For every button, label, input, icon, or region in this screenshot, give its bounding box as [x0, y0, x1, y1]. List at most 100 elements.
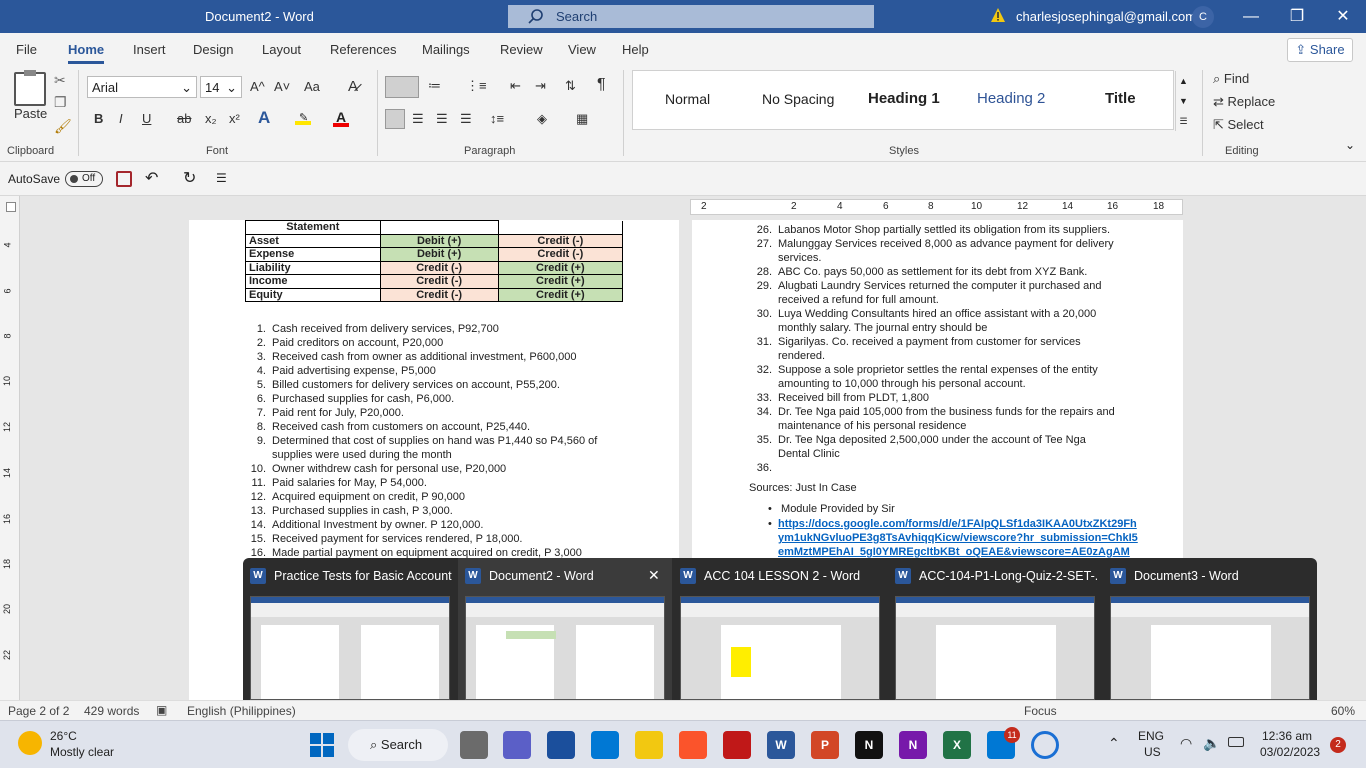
increase-indent-icon[interactable]: ⇥ — [535, 78, 546, 94]
text-effects-icon[interactable]: A — [258, 108, 270, 128]
focus-button[interactable]: Focus — [1024, 704, 1057, 718]
powerpoint-icon[interactable]: P — [811, 731, 839, 759]
language-code[interactable]: ENG — [1138, 729, 1164, 743]
excel-icon[interactable]: X — [943, 731, 971, 759]
avatar[interactable]: C — [1192, 6, 1214, 28]
superscript-button[interactable]: x² — [229, 111, 240, 126]
proofing-icon[interactable]: ▣ — [156, 703, 167, 717]
decrease-indent-icon[interactable]: ⇤ — [510, 78, 521, 94]
change-case-button[interactable]: Aa — [304, 79, 320, 94]
app-icon[interactable] — [547, 731, 575, 759]
autosave-toggle[interactable]: Off — [65, 171, 103, 187]
region-code[interactable]: US — [1144, 745, 1161, 759]
borders-icon[interactable]: ▦ — [576, 111, 588, 127]
align-right-icon[interactable]: ☰ — [436, 111, 448, 127]
file-explorer-icon[interactable] — [635, 731, 663, 759]
justify-icon[interactable]: ☰ — [460, 111, 472, 127]
font-family-select[interactable]: Arial ⌄ — [87, 76, 197, 98]
style-normal[interactable]: Normal — [665, 91, 710, 107]
source-link[interactable]: emMztMPEhAI_5gI0YMREgcItbKBt_oQEAE&views… — [778, 546, 1130, 558]
horizontal-ruler[interactable]: 2 2 4 6 8 10 12 14 16 18 — [690, 199, 1183, 215]
store-icon[interactable] — [591, 731, 619, 759]
align-center-icon[interactable]: ☰ — [412, 111, 424, 127]
onenote-icon[interactable]: N — [899, 731, 927, 759]
save-icon[interactable] — [116, 171, 132, 187]
tab-selector-icon[interactable] — [6, 202, 16, 212]
word-count[interactable]: 429 words — [84, 704, 139, 718]
replace-button[interactable]: ⇄ Replace — [1213, 94, 1275, 110]
select-button[interactable]: ⇱ Select — [1213, 117, 1264, 133]
underline-button[interactable]: U — [142, 111, 151, 126]
grow-font-button[interactable]: A^ — [250, 79, 265, 94]
paragraph-mark-icon[interactable]: ¶ — [597, 76, 606, 94]
style-heading-2[interactable]: Heading 2 — [977, 90, 1045, 107]
undo-icon[interactable]: ↶ — [145, 168, 158, 188]
format-painter-icon[interactable]: 🖌 — [54, 118, 72, 135]
cortana-icon[interactable] — [1031, 731, 1059, 759]
subscript-button[interactable]: x₂ — [205, 111, 217, 126]
highlight-icon[interactable]: ✎ — [295, 111, 311, 125]
bullets-icon[interactable] — [385, 76, 419, 98]
font-size-select[interactable]: 14 ⌄ — [200, 76, 242, 98]
start-icon[interactable] — [310, 733, 334, 757]
source-link[interactable]: https://docs.google.com/forms/d/e/1FAIpQ… — [778, 518, 1137, 530]
taskbar-search[interactable]: ⌕ Search — [348, 729, 448, 761]
chevron-up-icon[interactable]: ⌃ — [1108, 735, 1120, 752]
paste-label[interactable]: Paste — [14, 106, 47, 121]
italic-button[interactable]: I — [119, 111, 123, 126]
source-link[interactable]: ym1ukNGvluoPE3g8TsAvhiqqKicw/viewscore?h… — [778, 532, 1138, 544]
close-button[interactable]: ✕ — [1320, 0, 1366, 33]
style-heading-1[interactable]: Heading 1 — [868, 90, 940, 107]
account-email[interactable]: charlesjosephingal@gmail.com — [990, 9, 1196, 24]
preview-window[interactable]: W ACC-104-P1-Long-Quiz-2-SET-... — [888, 558, 1102, 704]
tab-home[interactable]: Home — [68, 42, 105, 64]
tab-mailings[interactable]: Mailings — [422, 42, 470, 57]
temperature[interactable]: 26°C — [50, 729, 77, 743]
clock-date[interactable]: 03/02/2023 — [1260, 745, 1320, 759]
notification-badge[interactable]: 2 — [1330, 737, 1346, 753]
tab-file[interactable]: File — [16, 42, 37, 57]
redo-icon[interactable]: ↻ — [183, 168, 196, 188]
close-icon[interactable]: ✕ — [648, 567, 660, 584]
preview-window[interactable]: W ACC 104 LESSON 2 - Word — [673, 558, 887, 704]
battery-icon[interactable] — [1228, 737, 1244, 747]
clear-formatting-icon[interactable]: A̷ — [348, 78, 358, 95]
preview-window[interactable]: W Document3 - Word — [1103, 558, 1317, 704]
volume-icon[interactable]: 🔈 — [1203, 735, 1220, 752]
collapse-ribbon-icon[interactable]: ⌄ — [1345, 138, 1355, 152]
notion-icon[interactable]: N — [855, 731, 883, 759]
styles-scroll[interactable]: ▲ ▼ ☰ — [1175, 71, 1191, 131]
weather-icon[interactable] — [18, 731, 42, 755]
tab-view[interactable]: View — [568, 42, 596, 57]
minimize-button[interactable]: — — [1228, 0, 1274, 33]
tab-help[interactable]: Help — [622, 42, 649, 57]
find-button[interactable]: ⌕ Find — [1213, 71, 1249, 87]
tab-design[interactable]: Design — [193, 42, 233, 57]
word-icon[interactable]: W — [767, 731, 795, 759]
restore-button[interactable]: ❐ — [1274, 0, 1320, 33]
line-spacing-icon[interactable]: ↕≡ — [490, 111, 504, 126]
page-count[interactable]: Page 2 of 2 — [8, 704, 69, 718]
tab-references[interactable]: References — [330, 42, 396, 57]
teams-icon[interactable] — [503, 731, 531, 759]
customize-qat-icon[interactable]: ☰ — [216, 171, 227, 185]
shrink-font-button[interactable]: A˅ — [274, 79, 290, 94]
brave-icon[interactable] — [679, 731, 707, 759]
font-color-icon[interactable]: A — [333, 109, 349, 127]
sort-icon[interactable]: ⇅ — [565, 78, 576, 94]
paste-icon[interactable] — [14, 70, 46, 106]
language-status[interactable]: English (Philippines) — [187, 704, 296, 718]
cut-icon[interactable]: ✂ — [54, 72, 66, 89]
task-view-icon[interactable] — [460, 731, 488, 759]
search-box[interactable]: Search — [508, 5, 874, 28]
multilevel-list-icon[interactable]: ⋮≡ — [466, 78, 487, 94]
tab-insert[interactable]: Insert — [133, 42, 166, 57]
align-left-icon[interactable] — [385, 109, 405, 129]
mcafee-icon[interactable] — [723, 731, 751, 759]
shading-icon[interactable]: ◈ — [537, 111, 547, 127]
copy-icon[interactable]: ❐ — [54, 94, 67, 111]
zoom-level[interactable]: 60% — [1331, 704, 1355, 718]
tab-layout[interactable]: Layout — [262, 42, 301, 57]
share-button[interactable]: ⇪ Share — [1287, 38, 1353, 62]
numbering-icon[interactable]: ≔ — [428, 78, 441, 94]
